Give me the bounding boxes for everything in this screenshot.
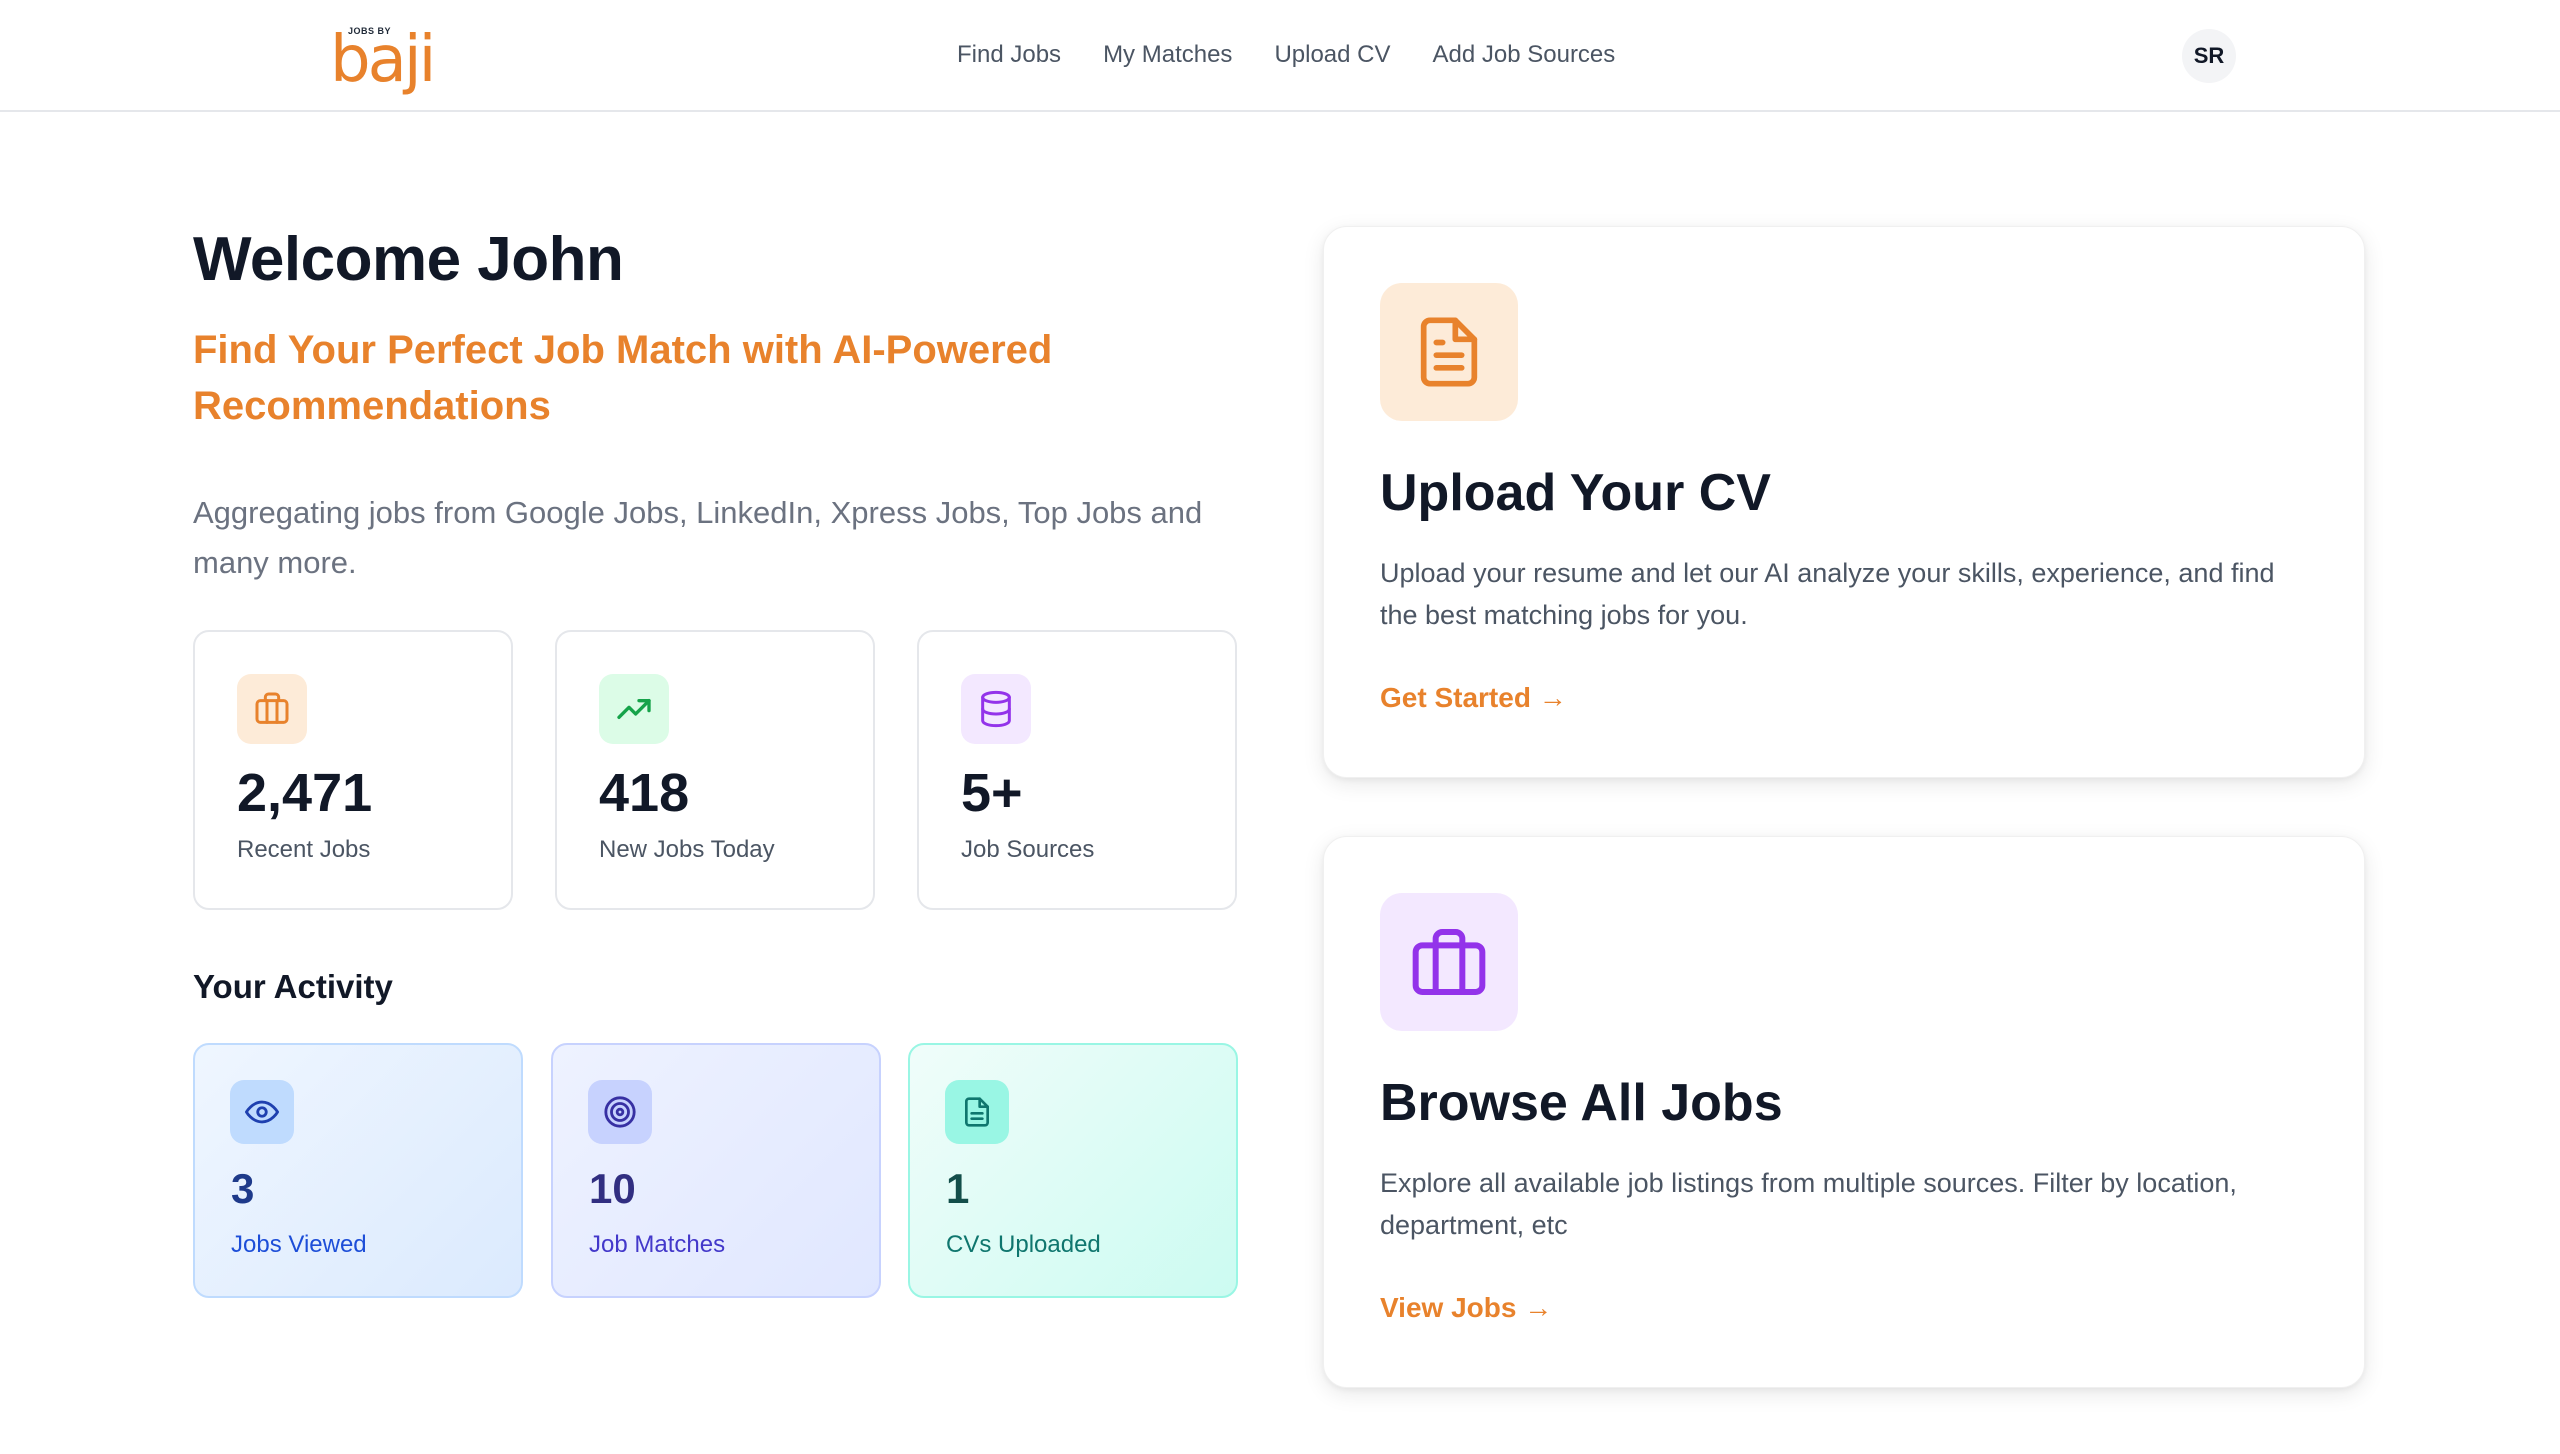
stat-card-job-sources: 5+ Job Sources bbox=[917, 630, 1237, 910]
upload-cv-card[interactable]: Upload Your CV Upload your resume and le… bbox=[1323, 226, 2365, 778]
activity-value: 1 bbox=[946, 1165, 970, 1212]
get-started-link[interactable]: Get Started → bbox=[1380, 682, 1567, 714]
stat-value: 5+ bbox=[961, 763, 1023, 823]
activity-card-cvs-uploaded[interactable]: 1 CVs Uploaded bbox=[908, 1043, 1238, 1298]
upload-cv-title: Upload Your CV bbox=[1380, 464, 1771, 522]
view-jobs-link[interactable]: View Jobs → bbox=[1380, 1292, 1552, 1324]
activity-card-job-matches[interactable]: 10 Job Matches bbox=[551, 1043, 881, 1298]
nav-add-job-sources[interactable]: Add Job Sources bbox=[1433, 38, 1616, 72]
activity-card-jobs-viewed[interactable]: 3 Jobs Viewed bbox=[193, 1043, 523, 1298]
nav-my-matches[interactable]: My Matches bbox=[1103, 38, 1232, 72]
database-icon bbox=[961, 674, 1031, 744]
activity-label: Job Matches bbox=[589, 1231, 726, 1258]
stat-card-new-jobs-today: 418 New Jobs Today bbox=[555, 630, 875, 910]
user-avatar[interactable]: SR bbox=[2182, 29, 2236, 83]
activity-label: Jobs Viewed bbox=[231, 1231, 367, 1258]
target-icon bbox=[588, 1080, 652, 1144]
sources-description: Aggregating jobs from Google Jobs, Linke… bbox=[193, 495, 1203, 580]
stat-card-recent-jobs: 2,471 Recent Jobs bbox=[193, 630, 513, 910]
activity-value: 3 bbox=[231, 1165, 255, 1212]
page-title: Welcome John bbox=[193, 225, 624, 294]
stat-label: New Jobs Today bbox=[599, 836, 775, 863]
nav-find-jobs[interactable]: Find Jobs bbox=[957, 38, 1061, 72]
trending-up-icon bbox=[599, 674, 669, 744]
brand-logo[interactable]: JOBS BY baji bbox=[330, 20, 436, 92]
stat-value: 2,471 bbox=[237, 763, 373, 823]
activity-label: CVs Uploaded bbox=[946, 1231, 1101, 1258]
browse-jobs-description: Explore all available job listings from … bbox=[1380, 1168, 2237, 1240]
stat-value: 418 bbox=[599, 763, 690, 823]
briefcase-icon bbox=[1380, 893, 1518, 1031]
browse-jobs-card[interactable]: Browse All Jobs Explore all available jo… bbox=[1323, 836, 2365, 1388]
stat-label: Job Sources bbox=[961, 836, 1095, 863]
main-nav: Find Jobs My Matches Upload CV Add Job S… bbox=[957, 38, 1615, 72]
eye-icon bbox=[230, 1080, 294, 1144]
top-navbar: JOBS BY baji Find Jobs My Matches Upload… bbox=[0, 0, 2560, 112]
upload-cv-description: Upload your resume and let our AI analyz… bbox=[1380, 558, 2275, 630]
tagline: Find Your Perfect Job Match with AI-Powe… bbox=[193, 328, 1053, 428]
stat-label: Recent Jobs bbox=[237, 836, 371, 863]
activity-heading: Your Activity bbox=[193, 968, 393, 1005]
briefcase-icon bbox=[237, 674, 307, 744]
browse-jobs-title: Browse All Jobs bbox=[1380, 1074, 1783, 1132]
logo-word: baji bbox=[330, 23, 436, 97]
file-icon bbox=[945, 1080, 1009, 1144]
nav-upload-cv[interactable]: Upload CV bbox=[1274, 38, 1390, 72]
activity-value: 10 bbox=[589, 1165, 636, 1212]
document-icon bbox=[1380, 283, 1518, 421]
